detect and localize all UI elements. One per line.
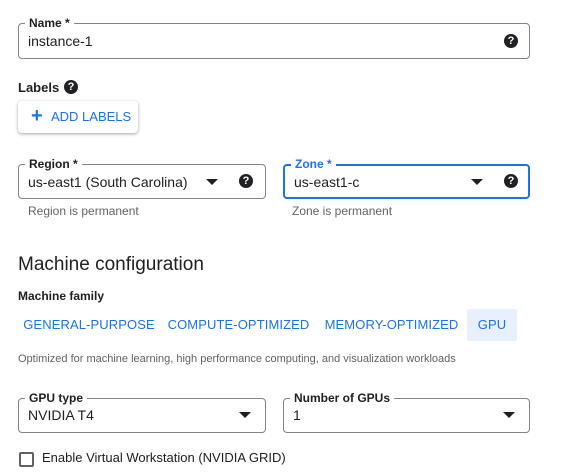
chevron-down-icon — [239, 412, 251, 418]
help-icon[interactable]: ? — [239, 174, 253, 188]
zone-select[interactable]: Zone * us-east1-c ? — [283, 156, 530, 199]
zone-label: Zone * — [291, 156, 336, 172]
tab-general-purpose[interactable]: GENERAL-PURPOSE — [18, 309, 160, 341]
help-icon[interactable]: ? — [504, 174, 518, 188]
name-input[interactable]: instance-1 — [28, 32, 93, 50]
chevron-down-icon — [471, 179, 483, 185]
zone-hint: Zone is permanent — [292, 204, 393, 218]
help-icon[interactable]: ? — [504, 34, 518, 48]
machine-family-label: Machine family — [18, 289, 105, 303]
chevron-down-icon — [503, 412, 515, 418]
machine-config-heading: Machine configuration — [18, 254, 204, 275]
gpu-type-select[interactable]: GPU type NVIDIA T4 — [18, 390, 266, 433]
num-gpus-value: 1 — [293, 407, 301, 423]
name-field[interactable]: Name * instance-1 ? — [18, 15, 530, 59]
tab-compute-optimized[interactable]: COMPUTE-OPTIMIZED — [160, 309, 317, 341]
add-labels-button[interactable]: + ADD LABELS — [18, 101, 138, 133]
name-field-label: Name * — [25, 15, 74, 31]
labels-help-icon[interactable]: ? — [64, 80, 78, 94]
chevron-down-icon — [206, 179, 218, 185]
virtual-workstation-label[interactable]: Enable Virtual Workstation (NVIDIA GRID) — [42, 450, 286, 465]
tab-memory-optimized[interactable]: MEMORY-OPTIMIZED — [317, 309, 466, 341]
plus-icon: + — [31, 105, 43, 127]
num-gpus-label: Number of GPUs — [290, 390, 395, 406]
add-labels-label: ADD LABELS — [51, 109, 132, 124]
gpu-type-value: NVIDIA T4 — [28, 407, 94, 423]
region-hint: Region is permanent — [28, 204, 139, 218]
zone-value: us-east1-c — [294, 174, 360, 190]
virtual-workstation-checkbox[interactable] — [19, 452, 34, 467]
tab-gpu[interactable]: GPU — [467, 309, 517, 341]
region-label: Region * — [25, 156, 82, 172]
region-value: us-east1 (South Carolina) — [28, 174, 188, 190]
num-gpus-select[interactable]: Number of GPUs 1 — [283, 390, 530, 433]
gpu-type-label: GPU type — [25, 390, 88, 406]
region-select[interactable]: Region * us-east1 (South Carolina) ? — [18, 156, 266, 199]
labels-heading: Labels — [18, 80, 60, 95]
machine-family-description: Optimized for machine learning, high per… — [18, 353, 456, 365]
